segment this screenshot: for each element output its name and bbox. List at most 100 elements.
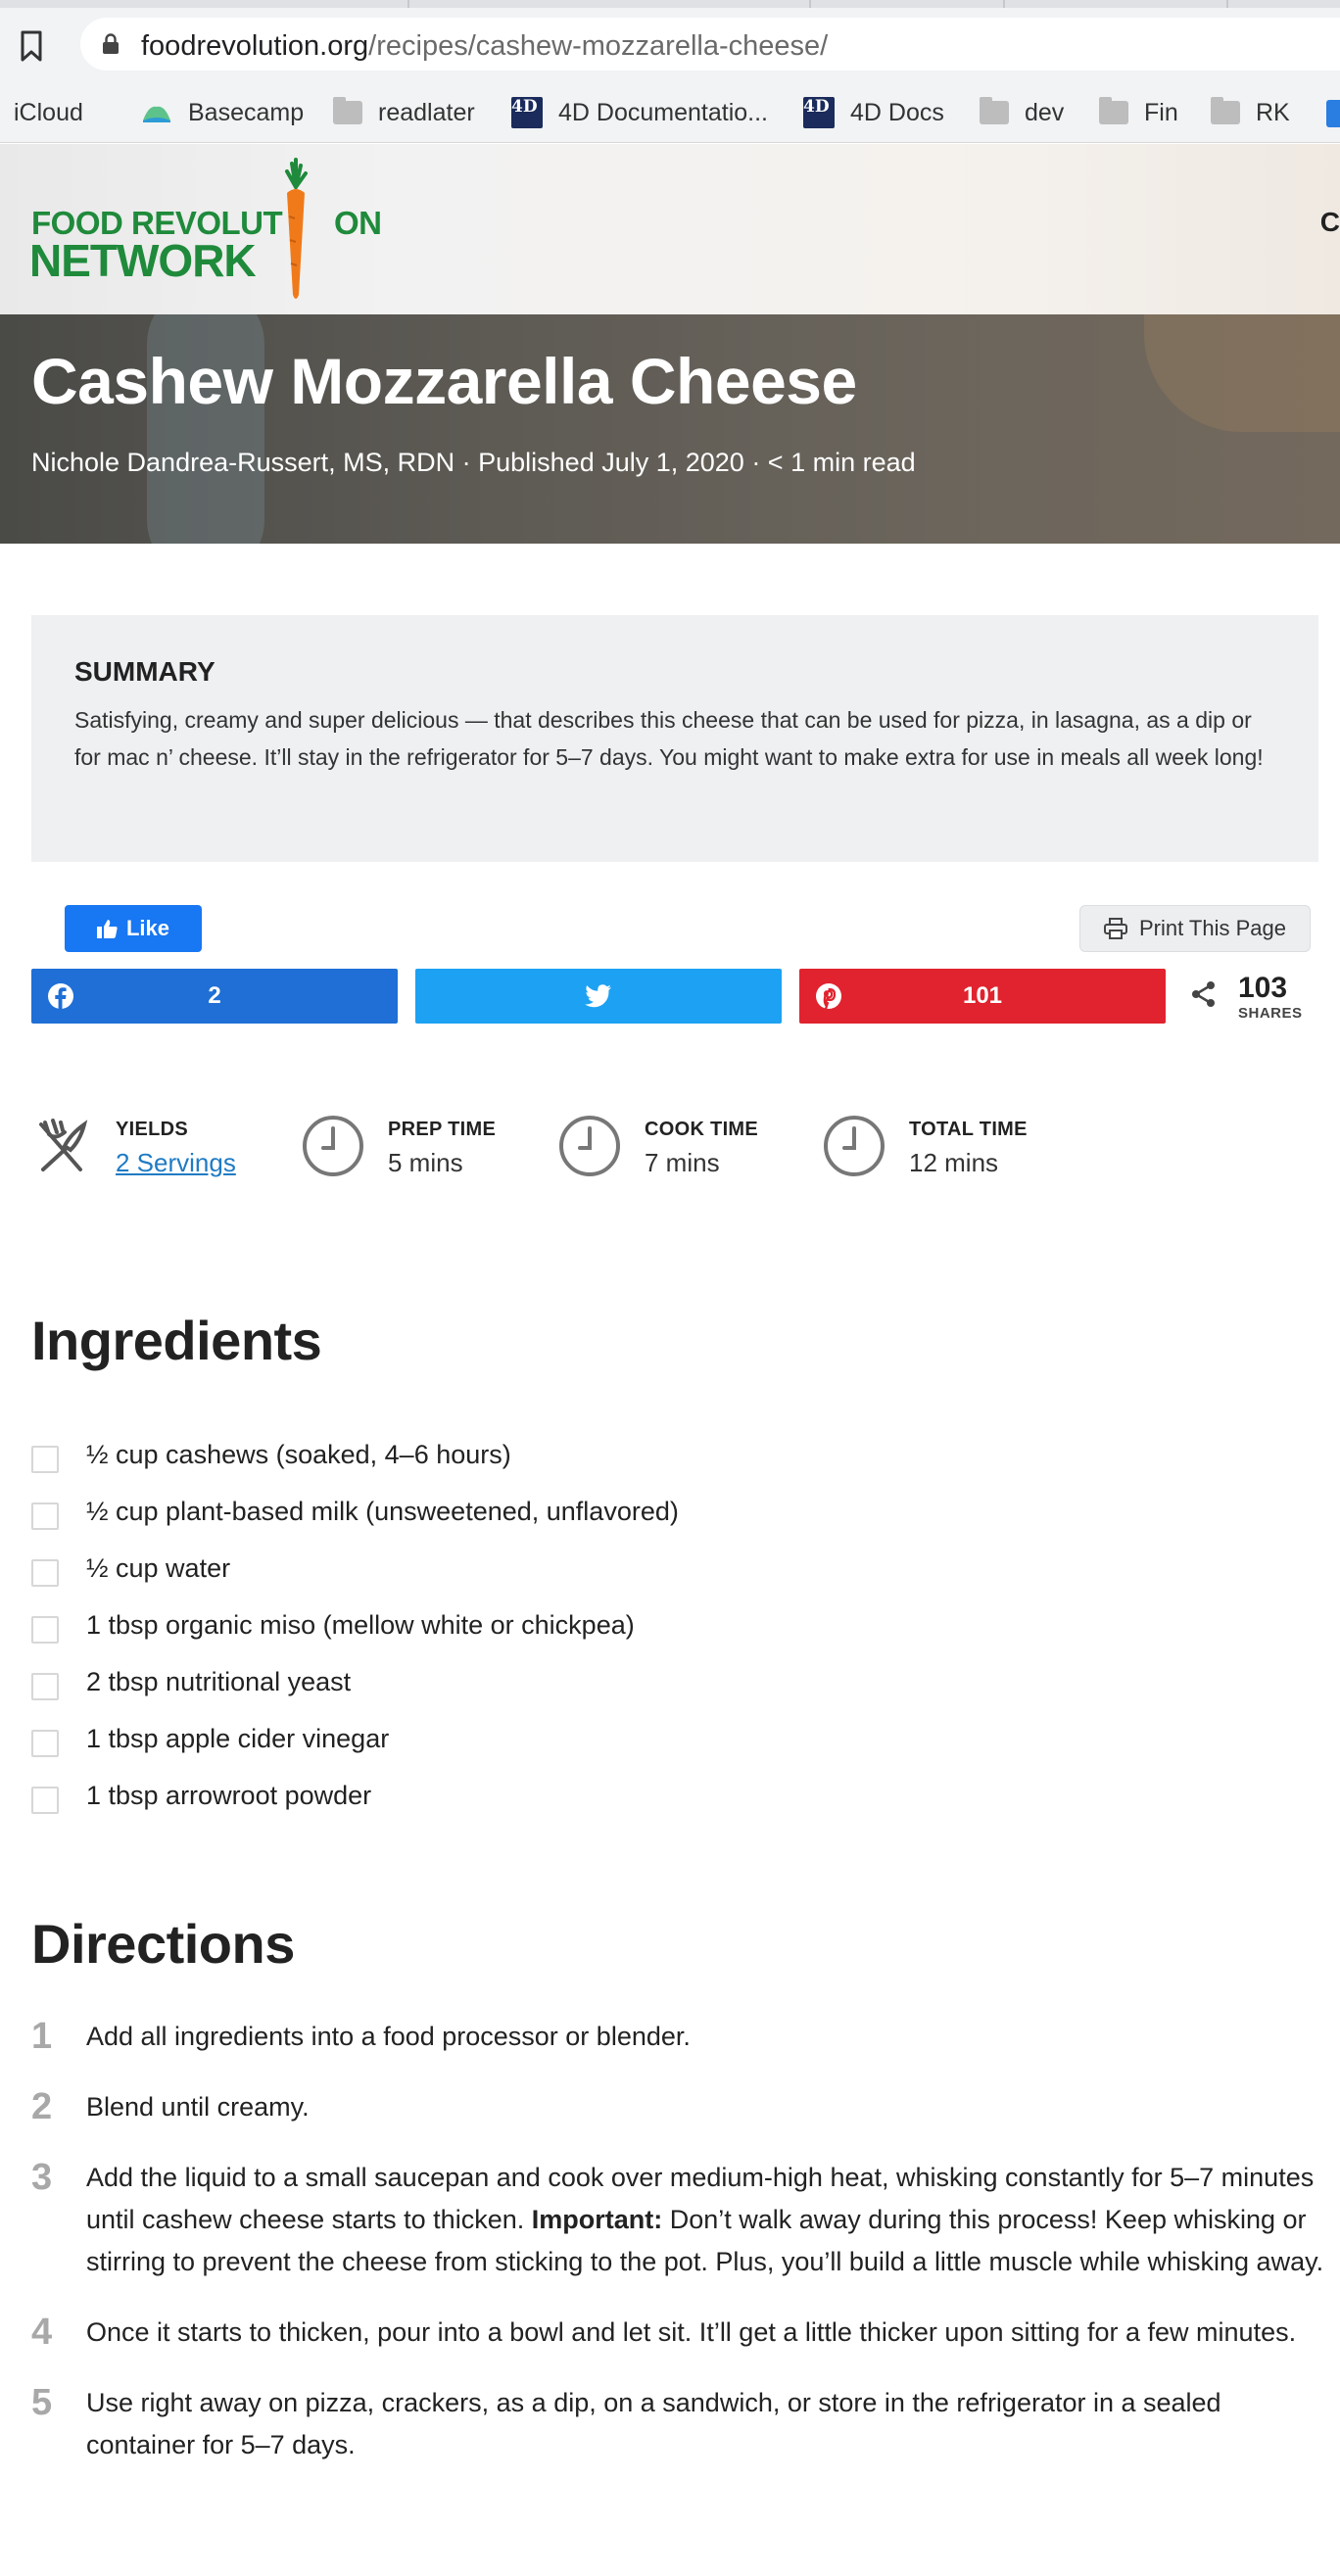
step-number: 1 — [31, 2016, 53, 2057]
bookmark-4d-documentation[interactable]: 4D 4D Documentatio... — [511, 94, 768, 131]
bookmark-dev[interactable]: dev — [980, 94, 1064, 131]
bookmark-icon[interactable] — [18, 29, 45, 63]
bookmark-label: iCloud — [14, 98, 83, 126]
bookmark-rk[interactable]: RK — [1211, 94, 1290, 131]
print-label: Print This Page — [1138, 916, 1286, 940]
bookmark-basecamp[interactable]: Basecamp — [141, 94, 304, 131]
ingredient-item: ½ cup water — [31, 1540, 1324, 1597]
step-text: Use right away on pizza, crackers, as a … — [86, 2388, 1221, 2459]
thumbs-up-icon — [96, 920, 118, 938]
4d-icon: 4D — [803, 97, 835, 128]
step-text: Blend until creamy. — [86, 2092, 310, 2122]
directions-list: 1 Add all ingredients into a food proces… — [31, 2016, 1324, 2495]
ingredient-item: ½ cup cashews (soaked, 4–6 hours) — [31, 1426, 1324, 1483]
ingredient-text: ½ cup plant-based milk (unsweetened, unf… — [86, 1496, 679, 1526]
step-number: 2 — [31, 2086, 53, 2127]
ingredient-checkbox[interactable] — [31, 1446, 59, 1473]
pinterest-icon — [816, 983, 841, 1010]
like-label: Like — [125, 916, 170, 940]
step-text: Once it starts to thicken, pour into a b… — [86, 2317, 1297, 2347]
ingredient-item: 2 tbsp nutritional yeast — [31, 1653, 1324, 1710]
print-button[interactable]: Print This Page — [1079, 905, 1311, 952]
folder-icon — [333, 97, 362, 124]
site-logo[interactable]: FOOD REVOLUT ON NETWORK — [29, 158, 382, 305]
step-number: 3 — [31, 2157, 53, 2198]
cook-time-value: 7 mins — [645, 1148, 720, 1177]
url-path: /recipes/cashew-mozzarella-cheese/ — [368, 30, 829, 62]
total-time-label: TOTAL TIME — [909, 1119, 1028, 1140]
bookmark-label: readlater — [378, 98, 475, 126]
byline: Nichole Dandrea-Russert, MS, RDN · Publi… — [31, 448, 916, 477]
lock-icon[interactable] — [102, 33, 120, 55]
tab-separator — [1226, 0, 1228, 8]
ingredient-checkbox[interactable] — [31, 1503, 59, 1530]
bookmark-label: dev — [1025, 98, 1065, 126]
folder-icon — [1099, 97, 1128, 124]
clock-icon — [559, 1116, 620, 1176]
ingredient-checkbox[interactable] — [31, 1673, 59, 1700]
page-title: Cashew Mozzarella Cheese — [31, 345, 857, 417]
yields-label: YIELDS — [116, 1119, 189, 1140]
tab-separator — [407, 0, 409, 8]
folder-icon — [1211, 97, 1240, 124]
direction-step: 4 Once it starts to thicken, pour into a… — [31, 2312, 1324, 2354]
summary-box: SUMMARY Satisfying, creamy and super del… — [31, 615, 1318, 862]
url-text[interactable]: foodrevolution.org/recipes/cashew-mozzar… — [141, 30, 828, 63]
twitter-share-button[interactable] — [415, 969, 782, 1024]
facebook-share-count: 2 — [208, 982, 221, 1009]
tab-strip — [0, 0, 1340, 8]
cook-time-label: COOK TIME — [645, 1119, 759, 1140]
ingredient-text: 1 tbsp arrowroot powder — [86, 1780, 372, 1810]
bookmarks-bar: iCloud Basecamp readlater 4D 4D Document… — [0, 82, 1340, 143]
recipe-yields: YIELDS 2 Servings — [35, 1115, 270, 1183]
ingredient-checkbox[interactable] — [31, 1616, 59, 1644]
total-shares: 103 SHARES — [1189, 972, 1316, 1025]
bookmark-fin[interactable]: Fin — [1099, 94, 1178, 131]
hero-background — [1144, 314, 1340, 432]
bookmark-label: 4D Documentatio... — [558, 98, 768, 126]
header-menu-link[interactable]: C — [1320, 207, 1340, 238]
carrot-icon — [285, 158, 308, 299]
recipe-total-time: TOTAL TIME 12 mins — [823, 1115, 1077, 1183]
address-bar-row: foodrevolution.org/recipes/cashew-mozzar… — [0, 8, 1340, 82]
total-shares-count: 103 — [1238, 972, 1288, 1004]
step-text-emphasis: Important: — [531, 2205, 663, 2234]
site-header: FOOD REVOLUT ON NETWORK C — [0, 144, 1340, 314]
direction-step: 3 Add the liquid to a small saucepan and… — [31, 2157, 1324, 2283]
bookmark-icloud[interactable]: iCloud — [0, 94, 83, 131]
ingredient-item: 1 tbsp organic miso (mellow white or chi… — [31, 1597, 1324, 1653]
recipe-cook-time: COOK TIME 7 mins — [558, 1115, 793, 1183]
bookmark-label: Basecamp — [188, 98, 305, 126]
hero-banner: Cashew Mozzarella Cheese Nichole Dandrea… — [0, 314, 1340, 544]
bookmark-readlater[interactable]: readlater — [333, 94, 475, 131]
summary-heading: SUMMARY — [74, 656, 215, 687]
facebook-like-button[interactable]: Like — [65, 905, 202, 952]
summary-text: Satisfying, creamy and super delicious —… — [74, 707, 1264, 770]
bookmark-overflow-icon[interactable] — [1326, 100, 1340, 127]
total-time-value: 12 mins — [909, 1148, 999, 1177]
tab-separator — [1003, 0, 1005, 8]
facebook-share-button[interactable]: 2 — [31, 969, 398, 1024]
tab-separator — [809, 0, 811, 8]
ingredient-item: 1 tbsp apple cider vinegar — [31, 1710, 1324, 1767]
ingredient-checkbox[interactable] — [31, 1559, 59, 1587]
recipe-prep-time: PREP TIME 5 mins — [302, 1115, 537, 1183]
prep-time-label: PREP TIME — [388, 1119, 497, 1140]
bookmark-4d-docs[interactable]: 4D 4D Docs — [803, 94, 944, 131]
clock-icon — [824, 1116, 885, 1176]
ingredient-checkbox[interactable] — [31, 1787, 59, 1814]
directions-heading: Directions — [31, 1913, 295, 1975]
utensils-icon — [39, 1119, 88, 1171]
printer-icon — [1103, 918, 1127, 939]
prep-time-value: 5 mins — [388, 1148, 463, 1177]
logo-text-line2: NETWORK — [29, 235, 257, 286]
pinterest-share-count: 101 — [962, 982, 1003, 1009]
ingredient-checkbox[interactable] — [31, 1730, 59, 1757]
bookmark-label: Fin — [1144, 98, 1178, 126]
ingredients-list: ½ cup cashews (soaked, 4–6 hours) ½ cup … — [31, 1426, 1324, 1824]
pinterest-share-button[interactable]: 101 — [799, 969, 1166, 1024]
ingredients-heading: Ingredients — [31, 1310, 322, 1371]
yields-link[interactable]: 2 Servings — [116, 1148, 236, 1178]
address-bar[interactable]: foodrevolution.org/recipes/cashew-mozzar… — [80, 18, 1340, 71]
step-number: 5 — [31, 2382, 53, 2423]
